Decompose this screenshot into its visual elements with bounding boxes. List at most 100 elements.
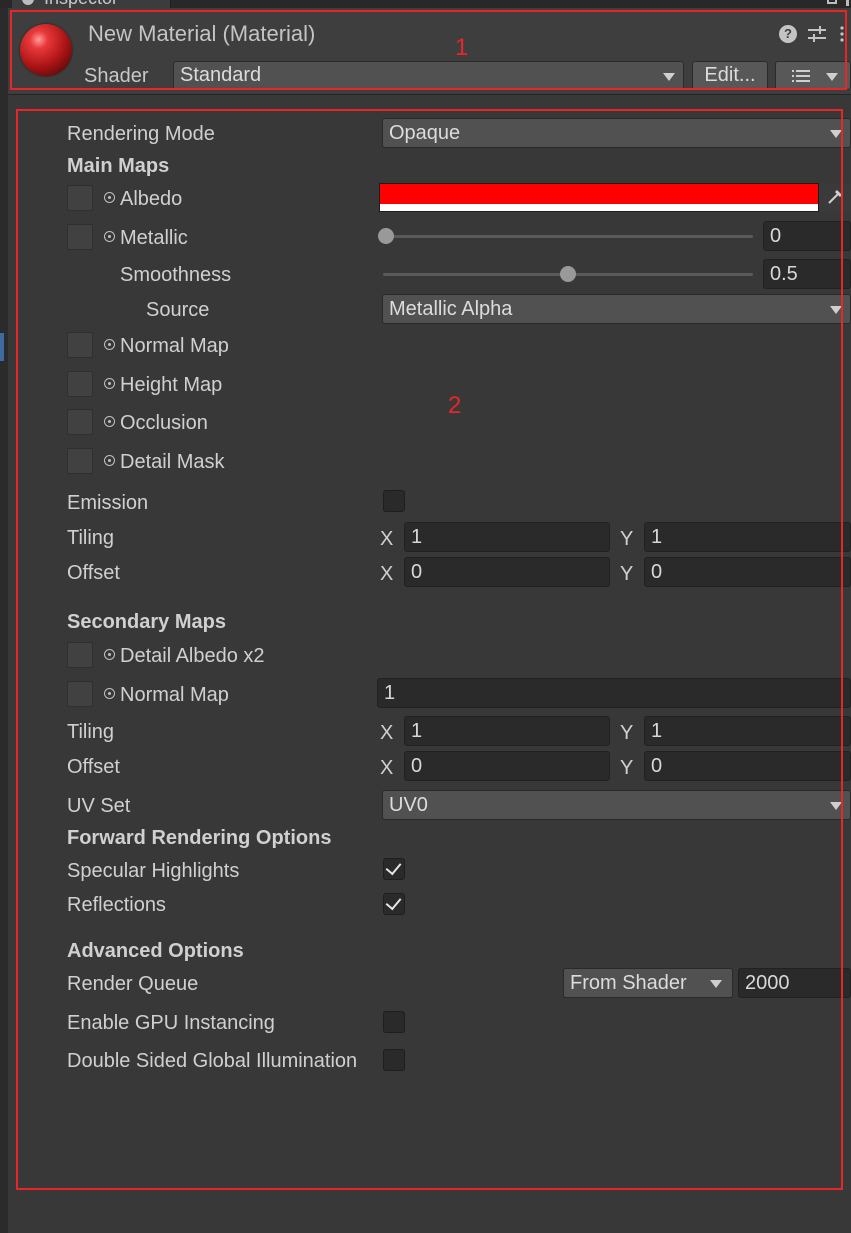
metallic-value-field[interactable]: 0	[763, 221, 851, 251]
secondary-normal-scale-field[interactable]: 1	[377, 678, 851, 708]
chevron-down-icon	[663, 72, 675, 81]
reflections-checkbox[interactable]	[383, 893, 405, 915]
offset-label: Offset	[67, 562, 120, 584]
smoothness-slider-handle[interactable]	[560, 266, 576, 282]
double-sided-gi-checkbox[interactable]	[383, 1049, 405, 1071]
object-picker-icon[interactable]	[104, 455, 115, 466]
metallic-slider-track[interactable]	[383, 235, 753, 238]
eyedropper-icon	[828, 189, 843, 204]
object-picker-icon[interactable]	[104, 378, 115, 389]
shader-label: Shader	[84, 65, 149, 87]
chevron-down-icon	[710, 980, 722, 988]
main-maps-heading: Main Maps	[67, 155, 170, 177]
secondary-offset-y-label: Y	[620, 757, 634, 779]
gpu-instancing-label: Enable GPU Instancing	[67, 1012, 275, 1034]
secondary-tiling-x-label: X	[380, 722, 394, 744]
secondary-normal-map-label: Normal Map	[120, 684, 229, 706]
gpu-instancing-checkbox[interactable]	[383, 1011, 405, 1033]
object-picker-icon[interactable]	[104, 339, 115, 350]
checkmark-icon	[385, 858, 402, 876]
object-picker-icon[interactable]	[104, 192, 115, 203]
vertical-ellipsis-icon[interactable]	[840, 26, 844, 42]
chevron-down-icon	[830, 130, 842, 138]
material-preview-sphere	[20, 24, 72, 76]
secondary-offset-label: Offset	[67, 756, 120, 778]
offset-y-label: Y	[620, 563, 634, 585]
chevron-down-icon	[830, 802, 842, 810]
secondary-offset-y-field[interactable]: 0	[644, 751, 851, 781]
secondary-maps-heading: Secondary Maps	[67, 611, 226, 633]
render-queue-mode-value: From Shader	[570, 972, 687, 994]
albedo-label: Albedo	[120, 188, 183, 210]
rendering-mode-label: Rendering Mode	[67, 123, 215, 145]
chevron-down-icon	[830, 306, 842, 314]
tab-menu-icon[interactable]	[846, 0, 849, 6]
source-dropdown[interactable]: Metallic Alpha	[382, 294, 851, 324]
secondary-normal-map-texture-slot[interactable]	[67, 681, 93, 707]
selection-indicator	[0, 333, 4, 361]
uv-set-value: UV0	[389, 794, 428, 816]
occlusion-texture-slot[interactable]	[67, 409, 93, 435]
metallic-slider-handle[interactable]	[378, 228, 394, 244]
shader-value: Standard	[180, 64, 262, 86]
reflections-label: Reflections	[67, 894, 166, 916]
advanced-options-heading: Advanced Options	[67, 940, 244, 962]
height-map-texture-slot[interactable]	[67, 371, 93, 397]
sliders-icon[interactable]	[806, 23, 828, 45]
list-icon	[792, 70, 810, 82]
detail-mask-label: Detail Mask	[120, 451, 225, 473]
tiling-x-label: X	[380, 528, 394, 550]
tiling-y-field[interactable]: 1	[644, 522, 851, 552]
normal-map-texture-slot[interactable]	[67, 332, 93, 358]
specular-highlights-checkbox[interactable]	[383, 858, 405, 880]
albedo-texture-slot[interactable]	[67, 185, 93, 211]
rendering-mode-dropdown[interactable]: Opaque	[382, 118, 851, 148]
editor-left-edge	[0, 8, 8, 1233]
edit-shader-button[interactable]: Edit...	[692, 61, 768, 90]
detail-albedo-label: Detail Albedo x2	[120, 645, 265, 667]
annotation-number-2: 2	[448, 392, 462, 419]
annotation-number-1: 1	[455, 34, 469, 61]
render-queue-mode-dropdown[interactable]: From Shader	[563, 968, 733, 998]
uv-set-label: UV Set	[67, 795, 131, 817]
secondary-offset-x-label: X	[380, 757, 394, 779]
eyedropper-button[interactable]	[819, 183, 851, 212]
uv-set-dropdown[interactable]: UV0	[382, 790, 851, 820]
normal-map-label: Normal Map	[120, 335, 229, 357]
metallic-texture-slot[interactable]	[67, 224, 93, 250]
double-sided-gi-label: Double Sided Global Illumination	[67, 1050, 358, 1072]
object-picker-icon[interactable]	[104, 416, 115, 427]
secondary-tiling-y-field[interactable]: 1	[644, 716, 851, 746]
object-picker-icon[interactable]	[104, 231, 115, 242]
secondary-tiling-label: Tiling	[67, 721, 115, 743]
height-map-label: Height Map	[120, 374, 223, 396]
secondary-tiling-x-field[interactable]: 1	[404, 716, 610, 746]
offset-x-field[interactable]: 0	[404, 557, 610, 587]
detail-mask-texture-slot[interactable]	[67, 448, 93, 474]
tab-label: Inspector	[44, 0, 118, 8]
smoothness-value-field[interactable]: 0.5	[763, 259, 851, 289]
material-options-button[interactable]	[775, 61, 851, 90]
object-picker-icon[interactable]	[104, 649, 115, 660]
emission-checkbox[interactable]	[383, 490, 405, 512]
albedo-color-field[interactable]	[379, 183, 819, 212]
tiling-x-field[interactable]: 1	[404, 522, 610, 552]
chevron-down-icon	[826, 73, 838, 81]
maximize-icon[interactable]	[827, 0, 837, 4]
tiling-y-label: Y	[620, 528, 634, 550]
offset-y-field[interactable]: 0	[644, 557, 851, 587]
rendering-mode-value: Opaque	[389, 122, 461, 144]
metallic-label: Metallic	[120, 227, 188, 249]
albedo-alpha-bar	[380, 204, 818, 211]
secondary-tiling-y-label: Y	[620, 722, 634, 744]
question-mark-icon[interactable]: ?	[779, 25, 797, 43]
occlusion-label: Occlusion	[120, 412, 208, 434]
detail-albedo-texture-slot[interactable]	[67, 642, 93, 668]
secondary-offset-x-field[interactable]: 0	[404, 751, 610, 781]
shader-dropdown[interactable]: Standard	[173, 61, 684, 90]
object-picker-icon[interactable]	[104, 688, 115, 699]
offset-x-label: X	[380, 563, 394, 585]
specular-highlights-label: Specular Highlights	[67, 860, 240, 882]
render-queue-value-field[interactable]: 2000	[738, 968, 851, 998]
source-value: Metallic Alpha	[389, 298, 513, 320]
